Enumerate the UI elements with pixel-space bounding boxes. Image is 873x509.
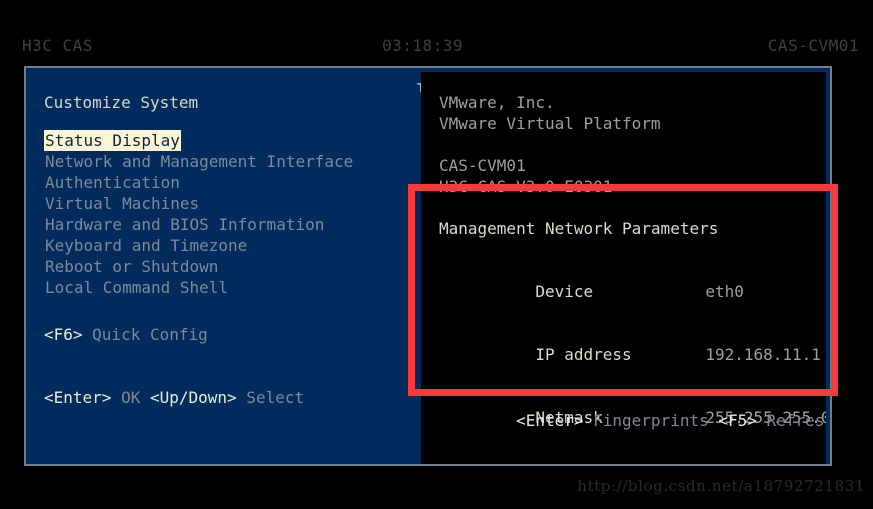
menu-row[interactable]: Status Display [44, 130, 404, 151]
hint-select-action: Select [236, 388, 305, 407]
sidebar-item-reboot-or-shutdown[interactable]: Reboot or Shutdown [44, 256, 219, 277]
customize-system-heading: Customize System [44, 93, 199, 112]
right-pane-key-hints: <Enter> Fingerprints <F5> Refresh [439, 389, 826, 452]
status-display-pane: VMware, Inc. VMware Virtual Platform CAS… [421, 72, 826, 464]
param-key-device: Device [535, 282, 594, 301]
menu-row[interactable]: Network and Management Interface [44, 151, 404, 172]
hint-quick-config-action: Quick Config [82, 325, 208, 344]
clock-label: 03:18:39 [382, 36, 464, 55]
menu-pane: Customize System Status Display Network … [26, 68, 417, 464]
software-version-value: H3C CAS V3.0 E0301 [439, 177, 613, 196]
param-value-device: eth0 [705, 282, 744, 301]
watermark-url: http://blog.csdn.net/a18792721831 [577, 477, 865, 495]
sidebar-item-hardware-and-bios-information[interactable]: Hardware and BIOS Information [44, 214, 325, 235]
sidebar-item-keyboard-and-timezone[interactable]: Keyboard and Timezone [44, 235, 248, 256]
host-name-value: CAS-CVM01 [439, 156, 526, 175]
menu-row[interactable]: Hardware and BIOS Information [44, 214, 404, 235]
hint-fingerprints-action: Fingerprints [583, 411, 719, 430]
menu-row[interactable]: Reboot or Shutdown [44, 256, 404, 277]
param-row-ip-address: IP address 192.168.11.1 [439, 323, 821, 386]
system-menu-list[interactable]: Status Display Network and Management In… [44, 130, 404, 298]
terminal-screen: H3C CAS 03:18:39 CAS-CVM01 Configuration… [0, 0, 873, 509]
configuration-window: Configuration Customize System Status Di… [24, 66, 832, 466]
hint-quick-config: <F6> Quick Config [44, 324, 304, 345]
sidebar-item-status-display[interactable]: Status Display [44, 130, 181, 151]
hint-ok-select: <Enter> OK <Up/Down> Select [44, 387, 304, 408]
sidebar-item-authentication[interactable]: Authentication [44, 172, 181, 193]
key-f5-label: <F5> [718, 411, 757, 430]
menu-row[interactable]: Authentication [44, 172, 404, 193]
key-enter-label: <Enter> [44, 388, 112, 407]
param-row-device: Device eth0 [439, 260, 820, 323]
param-key-ip-address: IP address [535, 345, 632, 364]
key-updown-label: <Up/Down> [149, 388, 237, 407]
key-f6-label: <F6> [44, 325, 83, 344]
left-pane-key-hints: <F6> Quick Config <Enter> OK <Up/Down> S… [44, 282, 304, 450]
vendor-label: VMware, Inc. [439, 93, 555, 112]
top-status-bar: H3C CAS 03:18:39 CAS-CVM01 [0, 34, 873, 58]
management-network-parameters-title: Management Network Parameters [439, 219, 719, 238]
hostname-label: CAS-CVM01 [767, 36, 859, 55]
menu-row[interactable]: Virtual Machines [44, 193, 404, 214]
key-enter-fingerprints-label: <Enter> [516, 411, 584, 430]
sidebar-item-virtual-machines[interactable]: Virtual Machines [44, 193, 200, 214]
product-name-label: H3C CAS [22, 36, 93, 55]
param-value-ip-address: 192.168.11.1 [705, 345, 821, 364]
menu-row[interactable]: Keyboard and Timezone [44, 235, 404, 256]
platform-label: VMware Virtual Platform [439, 114, 661, 133]
hint-ok-action: OK [111, 388, 150, 407]
sidebar-item-network-and-management-interface[interactable]: Network and Management Interface [44, 151, 354, 172]
hint-refresh-action: Refresh [766, 411, 826, 430]
